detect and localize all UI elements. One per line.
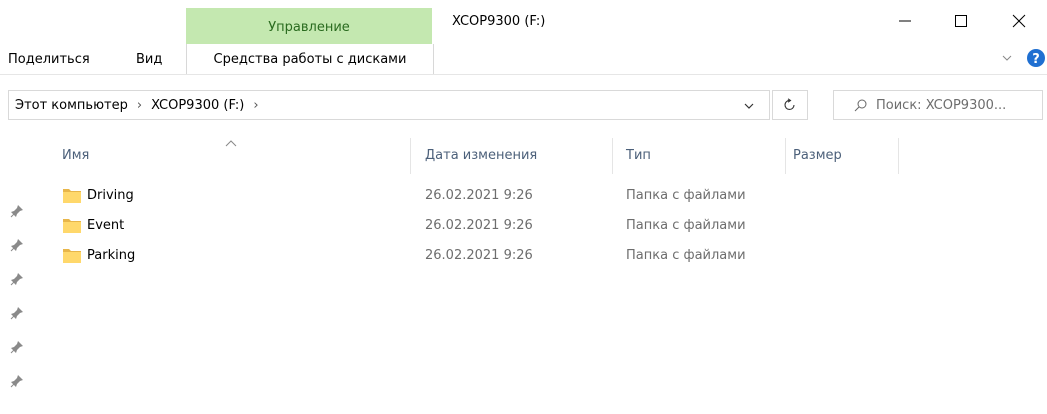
file-name: Parking xyxy=(87,248,136,263)
column-header-name[interactable]: Имя xyxy=(62,148,89,163)
pin-icon[interactable] xyxy=(10,204,24,218)
file-type: Папка с файлами xyxy=(626,188,746,203)
column-header-date[interactable]: Дата изменения xyxy=(425,148,537,163)
pin-icon[interactable] xyxy=(10,238,24,252)
close-icon xyxy=(1012,14,1026,28)
ribbon-expand-button[interactable] xyxy=(1001,52,1013,68)
sort-indicator xyxy=(225,136,237,151)
breadcrumb-drive[interactable]: XCOP9300 (F:) xyxy=(151,98,244,113)
folder-icon xyxy=(63,249,81,263)
refresh-icon xyxy=(784,98,795,111)
refresh-button[interactable] xyxy=(772,90,808,120)
disk-tools-label: Средства работы с дисками xyxy=(213,51,407,67)
help-icon: ? xyxy=(1027,49,1045,67)
pin-icon[interactable] xyxy=(10,374,24,388)
close-button[interactable] xyxy=(996,6,1042,36)
column-divider[interactable] xyxy=(410,138,411,174)
ribbon-divider xyxy=(0,74,1047,75)
sort-ascending-icon xyxy=(225,140,237,147)
window-title: XCOP9300 (F:) xyxy=(452,14,546,29)
pin-icon[interactable] xyxy=(10,272,24,286)
ribbon-tab-disk-tools[interactable]: Средства работы с дисками xyxy=(186,44,434,74)
column-header-type[interactable]: Тип xyxy=(626,148,651,163)
list-item[interactable]: Event 26.02.2021 9:26 Папка с файлами xyxy=(55,212,785,240)
pin-icon[interactable] xyxy=(10,340,24,354)
breadcrumb-this-pc[interactable]: Этот компьютер xyxy=(15,98,128,113)
column-header-size[interactable]: Размер xyxy=(793,148,842,163)
minimize-icon xyxy=(899,20,911,22)
maximize-button[interactable] xyxy=(938,6,984,36)
file-name: Driving xyxy=(87,188,134,203)
file-type: Папка с файлами xyxy=(626,218,746,233)
chevron-down-icon xyxy=(1002,55,1012,61)
search-placeholder: Поиск: XCOP9300... xyxy=(876,97,1007,113)
help-button[interactable]: ? xyxy=(1026,48,1046,72)
manage-ribbon-tab[interactable]: Управление xyxy=(186,8,432,46)
column-divider[interactable] xyxy=(898,138,899,174)
search-input[interactable]: Поиск: XCOP9300... xyxy=(833,90,1043,120)
list-item[interactable]: Driving 26.02.2021 9:26 Папка с файлами xyxy=(55,182,785,210)
search-icon xyxy=(854,99,867,112)
file-date: 26.02.2021 9:26 xyxy=(425,248,533,263)
column-divider[interactable] xyxy=(612,138,613,174)
manage-tab-label: Управление xyxy=(268,19,350,35)
list-item[interactable]: Parking 26.02.2021 9:26 Папка с файлами xyxy=(55,242,785,270)
file-type: Папка с файлами xyxy=(626,248,746,263)
address-history-button[interactable] xyxy=(743,100,755,116)
ribbon-tab-view[interactable]: Вид xyxy=(136,52,162,67)
folder-icon xyxy=(63,219,81,233)
ribbon-tab-share[interactable]: Поделиться xyxy=(8,52,90,67)
address-bar[interactable]: Этот компьютер › XCOP9300 (F:) › xyxy=(8,90,770,120)
svg-text:?: ? xyxy=(1032,52,1040,67)
folder-icon xyxy=(63,189,81,203)
file-date: 26.02.2021 9:26 xyxy=(425,218,533,233)
minimize-button[interactable] xyxy=(882,6,928,36)
maximize-icon xyxy=(955,15,967,27)
file-name: Event xyxy=(87,218,125,233)
chevron-down-icon xyxy=(744,103,754,109)
column-divider[interactable] xyxy=(785,138,786,174)
breadcrumb-separator[interactable]: › xyxy=(253,98,258,113)
breadcrumb-separator[interactable]: › xyxy=(137,98,142,113)
file-date: 26.02.2021 9:26 xyxy=(425,188,533,203)
pin-icon[interactable] xyxy=(10,306,24,320)
